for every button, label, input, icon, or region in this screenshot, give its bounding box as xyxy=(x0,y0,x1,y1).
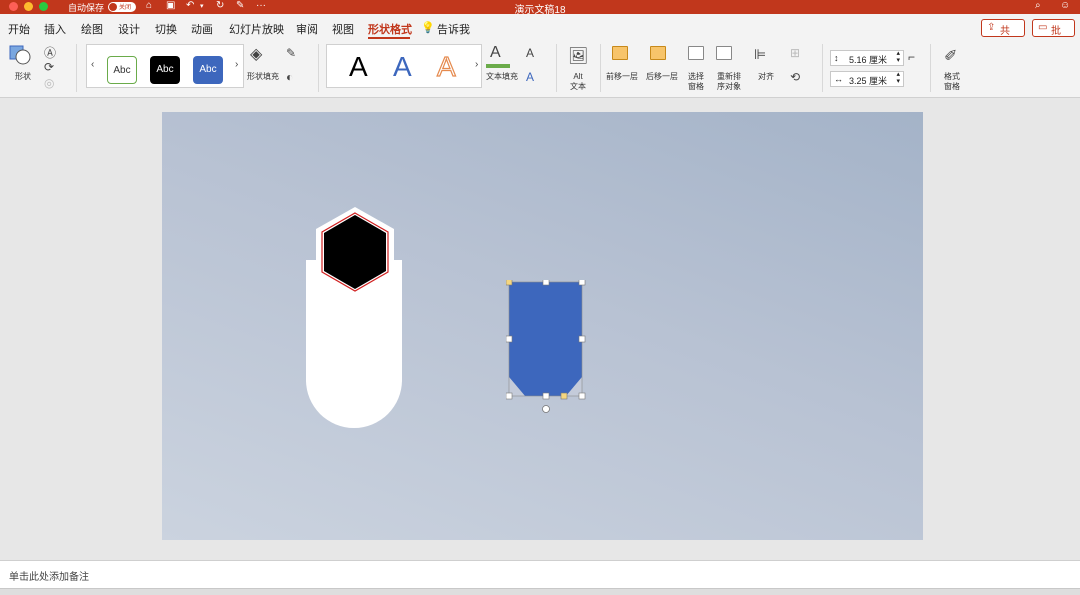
text-outline-icon[interactable]: A xyxy=(526,46,534,60)
width-icon: ↔ xyxy=(834,74,843,84)
style-preview-black[interactable]: Abc xyxy=(150,56,180,84)
slide-canvas[interactable] xyxy=(162,112,923,540)
notes-pane[interactable]: 单击此处添加备注 xyxy=(0,560,1080,588)
shapes-button[interactable]: 形状 xyxy=(8,44,38,88)
tab-shape-format[interactable]: 形状格式 xyxy=(368,21,412,37)
alt-text-label[interactable]: Alt 文本 xyxy=(564,72,592,92)
bring-forward-icon[interactable] xyxy=(612,46,628,60)
text-box-icon[interactable]: Ⓐ xyxy=(44,44,56,61)
more-icon[interactable]: ··· xyxy=(256,0,266,11)
reorder-objects-icon[interactable] xyxy=(716,46,732,60)
redo-icon[interactable]: ↻ xyxy=(216,0,224,11)
hexagon-shape[interactable] xyxy=(310,204,400,300)
format-pane-icon[interactable]: ✐ xyxy=(944,46,957,66)
text-fill-label: 文本填充 xyxy=(486,72,518,81)
edit-shape-icon[interactable]: ⟳ xyxy=(44,60,54,74)
shapes-icon xyxy=(9,45,31,65)
alt-text-icon[interactable]: 🖼 xyxy=(568,46,588,66)
edit-icon[interactable]: ✎ xyxy=(236,0,244,11)
rotate-icon[interactable]: ⟲ xyxy=(790,70,800,84)
tab-view[interactable]: 视图 xyxy=(332,21,354,37)
tab-draw[interactable]: 绘图 xyxy=(81,21,103,37)
tab-review[interactable]: 审阅 xyxy=(296,21,318,37)
active-tab-underline xyxy=(368,37,410,39)
align-label[interactable]: 对齐 xyxy=(752,72,780,82)
selected-blue-shape[interactable] xyxy=(506,280,586,415)
text-fill-color-bar xyxy=(486,64,510,68)
merge-shapes-icon[interactable]: ◎ xyxy=(44,76,54,90)
tell-me-lightbulb-icon[interactable]: 💡 xyxy=(421,21,435,34)
slide-editing-area[interactable] xyxy=(0,98,1080,560)
shape-width-input[interactable]: ↔ 3.25 厘米 ▴ ▾ xyxy=(830,71,904,87)
home-icon[interactable]: ⌂ xyxy=(146,0,152,11)
tab-tell-me[interactable]: 告诉我 xyxy=(437,21,470,37)
crop-icon[interactable]: ⌐ xyxy=(908,50,915,64)
reorder-objects-label[interactable]: 重新排 序对象 xyxy=(712,72,746,92)
tab-transitions[interactable]: 切换 xyxy=(155,21,177,37)
send-backward-label[interactable]: 后移一层 xyxy=(644,72,680,82)
group-icon[interactable]: ⊞ xyxy=(790,46,800,60)
style-preview-outline[interactable]: Abc xyxy=(107,56,137,84)
wordart-next-icon[interactable]: › xyxy=(475,59,478,70)
wordart-blue[interactable]: A xyxy=(393,51,412,83)
shape-fill-label: 形状填充 xyxy=(247,72,279,81)
comment-icon: ▭ xyxy=(1038,22,1048,33)
shape-height-input[interactable]: ↕ 5.16 厘米 ▴ ▾ xyxy=(830,50,904,66)
selection-pane-icon[interactable] xyxy=(688,46,704,60)
shape-fill-bucket-icon[interactable]: ◈ xyxy=(250,44,262,64)
text-fill-icon[interactable]: A xyxy=(490,44,501,62)
height-icon: ↕ xyxy=(834,53,839,63)
tab-insert[interactable]: 插入 xyxy=(44,21,66,37)
width-stepper[interactable]: ▴ ▾ xyxy=(896,71,900,85)
selection-pane-label[interactable]: 选择 窗格 xyxy=(682,72,710,92)
text-effects-icon[interactable]: A xyxy=(526,70,534,84)
gallery-next-icon[interactable]: › xyxy=(235,59,238,70)
gallery-prev-icon[interactable]: ‹ xyxy=(91,59,94,70)
save-icon[interactable]: ▣ xyxy=(166,0,175,11)
search-icon[interactable]: ⌕ xyxy=(1035,0,1041,11)
height-stepper[interactable]: ▴ ▾ xyxy=(896,50,900,64)
align-icon[interactable]: ⊫ xyxy=(754,46,766,63)
tab-animations[interactable]: 动画 xyxy=(191,21,213,37)
shape-style-gallery: ‹ Abc Abc Abc › xyxy=(86,44,244,88)
shape-outline-icon[interactable]: ✎ xyxy=(286,46,296,60)
tab-home[interactable]: 开始 xyxy=(8,21,30,37)
shape-effects-icon[interactable]: ◐ xyxy=(286,70,293,84)
undo-dropdown-icon[interactable]: ▾ xyxy=(200,2,204,10)
ribbon-tabs: 开始 插入 绘图 设计 切换 动画 幻灯片放映 审阅 视图 形状格式 💡 告诉我… xyxy=(0,14,1080,52)
wordart-black[interactable]: A xyxy=(349,51,368,83)
style-preview-blue[interactable]: Abc xyxy=(193,56,223,84)
bring-forward-label[interactable]: 前移一层 xyxy=(604,72,640,82)
share-button[interactable]: ⇪ 共享 xyxy=(981,19,1025,52)
title-bar: 自动保存 关闭 演示文稿18 ⌂ ▣ ↶ ▾ ↻ ✎ ··· ⌕ ☺ xyxy=(0,0,1080,16)
wordart-gallery: A A A › xyxy=(326,44,482,88)
comment-button[interactable]: ▭ 批注 xyxy=(1032,19,1075,52)
format-pane-label[interactable]: 格式 窗格 xyxy=(938,72,966,92)
ribbon-toolbar: 形状 Ⓐ ⟳ ◎ ‹ Abc Abc Abc › ◈ 形状填充 ✎ ◐ A A … xyxy=(0,40,1080,98)
wordart-orange[interactable]: A xyxy=(436,50,456,83)
send-backward-icon[interactable] xyxy=(650,46,666,60)
share-icon: ⇪ xyxy=(987,22,996,33)
tab-design[interactable]: 设计 xyxy=(118,21,140,37)
status-bar xyxy=(0,588,1080,595)
account-icon[interactable]: ☺ xyxy=(1060,0,1070,11)
tab-slideshow[interactable]: 幻灯片放映 xyxy=(229,21,284,37)
undo-icon[interactable]: ↶ xyxy=(186,0,194,11)
notes-placeholder[interactable]: 单击此处添加备注 xyxy=(9,568,89,583)
